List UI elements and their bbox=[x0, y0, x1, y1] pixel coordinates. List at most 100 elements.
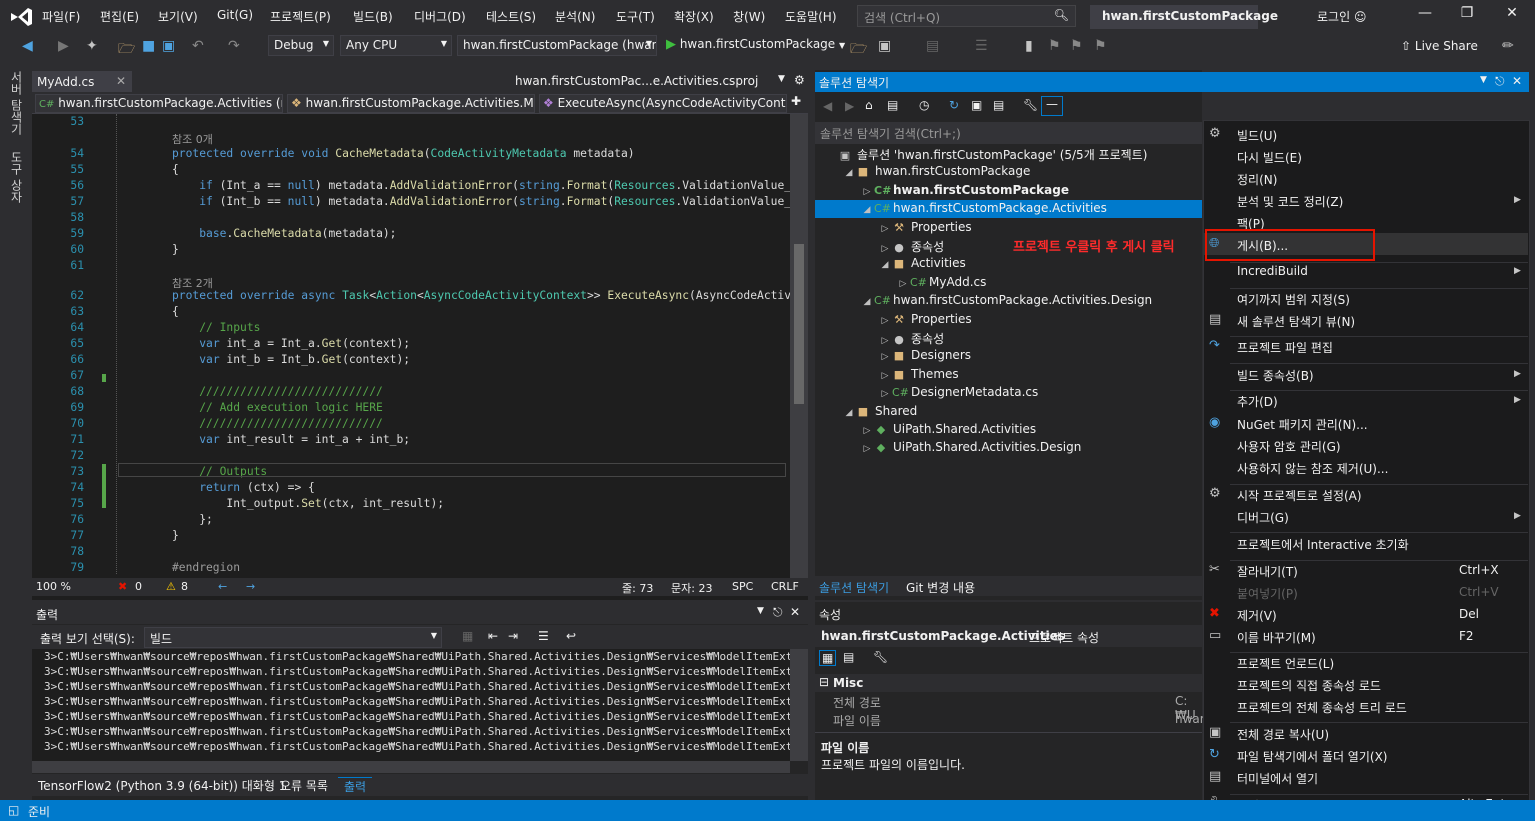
tab-output[interactable]: 출력 bbox=[338, 777, 373, 795]
menu-item[interactable]: 확장(X) bbox=[674, 8, 714, 25]
clear-all-icon[interactable]: ☰ bbox=[538, 629, 549, 643]
member-nav-dropdown[interactable]: ❖ ExecuteAsync(AsyncCodeActivityContex bbox=[539, 94, 787, 113]
tab-error-list[interactable]: 오류 목록 bbox=[280, 777, 328, 794]
error-count[interactable]: 0 bbox=[135, 580, 142, 593]
menu-item[interactable]: 사용자 암호 관리(G) bbox=[1237, 438, 1341, 455]
property-pages-icon[interactable]: 🔧︎ bbox=[873, 650, 888, 664]
collapse-icon[interactable]: ⊟ bbox=[819, 675, 829, 689]
chevron-down-icon[interactable]: ▼ bbox=[1480, 75, 1487, 85]
output-text[interactable]: 3>C:₩Users₩hwan₩source₩repos₩hwan.firstC… bbox=[32, 649, 790, 761]
maximize-button[interactable]: ❐ bbox=[1452, 5, 1482, 29]
output-source-dropdown[interactable]: 빌드 ▼ bbox=[144, 627, 442, 648]
tree-node[interactable]: ▷ C# DesignerMetadata.cs bbox=[878, 385, 1039, 399]
expand-icon[interactable]: ▷ bbox=[878, 336, 892, 346]
tab-myadd[interactable]: MyAdd.cs ✕ bbox=[32, 71, 132, 93]
save-icon[interactable]: ■ bbox=[142, 38, 155, 54]
tree-node[interactable]: ▷ C# hwan.firstCustomPackage bbox=[860, 183, 1069, 197]
output-hscrollbar[interactable] bbox=[32, 761, 790, 773]
output-scrollbar[interactable] bbox=[790, 649, 808, 761]
bookmark-prev-icon[interactable]: ⚑ bbox=[1048, 38, 1061, 54]
pin-icon[interactable]: ⎋ bbox=[1495, 74, 1505, 89]
feedback-icon[interactable]: ✏ bbox=[1502, 38, 1514, 54]
tree-node[interactable]: ▷ ● 종속성 bbox=[878, 238, 945, 255]
run-button[interactable]: ▶ hwan.firstCustomPackage ▼ bbox=[666, 37, 845, 52]
expand-icon[interactable]: ▷ bbox=[860, 444, 874, 454]
menu-item[interactable]: 프로젝트의 직접 종속성 로드 bbox=[1237, 677, 1381, 694]
chevron-down-icon[interactable]: ▼ bbox=[778, 74, 785, 84]
menu-item[interactable]: NuGet 패키지 관리(N)... bbox=[1237, 416, 1368, 433]
redo-icon[interactable]: ↷ bbox=[228, 38, 240, 54]
home-icon[interactable]: ⌂ bbox=[865, 98, 873, 112]
editor-scrollbar[interactable] bbox=[790, 114, 808, 580]
menu-item[interactable]: 빌드(U) bbox=[1237, 127, 1277, 144]
categorized-icon[interactable]: ▦ bbox=[819, 650, 837, 666]
menu-item[interactable]: 사용하지 않는 참조 제거(U)... bbox=[1237, 460, 1388, 477]
bookmark-next-icon[interactable]: ⚑ bbox=[1070, 38, 1083, 54]
collapse-all-icon[interactable]: ▣ bbox=[971, 98, 982, 112]
new-item-icon[interactable]: ✦ bbox=[86, 38, 98, 54]
menu-item[interactable]: 편집(E) bbox=[100, 8, 139, 25]
scrollbar-thumb[interactable] bbox=[794, 244, 804, 404]
tree-node[interactable]: ▷ ■ Themes bbox=[878, 367, 959, 381]
tab-git-changes[interactable]: Git 변경 내용 bbox=[906, 579, 975, 596]
tree-node[interactable]: ◢ C# hwan.firstCustomPackage.Activities bbox=[860, 201, 1107, 215]
properties-object-selector[interactable]: hwan.firstCustomPackage.Activities 프로젝트 … bbox=[815, 625, 1202, 647]
tree-node[interactable]: ▷ ◆ UiPath.Shared.Activities.Design bbox=[860, 440, 1082, 454]
menu-item[interactable]: 다시 빌드(E) bbox=[1237, 149, 1302, 166]
expand-icon[interactable]: ◢ bbox=[878, 260, 892, 270]
bookmark-icon[interactable]: ▮ bbox=[1025, 38, 1033, 54]
browser-icon[interactable]: ▣ bbox=[878, 38, 891, 54]
code-area[interactable]: 53 참조 0개 54 protected override void CacheMe… bbox=[32, 114, 790, 580]
tree-node[interactable]: ◢ C# hwan.firstCustomPackage.Activities.De… bbox=[860, 293, 1153, 307]
pending-changes-icon[interactable]: ◷ bbox=[919, 98, 929, 112]
close-button[interactable]: ✕ bbox=[1497, 5, 1527, 29]
tab-python-interactive[interactable]: TensorFlow2 (Python 3.9 (64-bit)) 대화형 1 bbox=[38, 777, 286, 794]
menu-item[interactable]: 터미널에서 열기 bbox=[1237, 770, 1318, 787]
alphabetical-icon[interactable]: ▤ bbox=[843, 650, 854, 664]
expand-icon[interactable]: ◢ bbox=[860, 205, 874, 215]
tree-node[interactable]: ◢ ■ hwan.firstCustomPackage bbox=[842, 164, 1031, 178]
split-icon[interactable]: ✚ bbox=[791, 94, 801, 108]
login-button[interactable]: 로그인 ☺ bbox=[1317, 8, 1366, 25]
expand-icon[interactable]: ◢ bbox=[860, 297, 874, 307]
menu-item[interactable]: 도움말(H) bbox=[785, 8, 837, 25]
menu-item[interactable]: 정리(N) bbox=[1237, 171, 1277, 188]
menu-item[interactable]: 빌드(B) bbox=[353, 8, 393, 25]
tree-node[interactable]: ▷ ⚒ Properties bbox=[878, 220, 972, 234]
search-input[interactable]: 검색 (Ctrl+Q) 🔍︎ bbox=[857, 5, 1076, 27]
menu-item[interactable]: 보기(V) bbox=[158, 8, 198, 25]
tree-node[interactable]: ▷ ⚒ Properties bbox=[878, 312, 972, 326]
live-share-button[interactable]: ⇧ Live Share bbox=[1401, 39, 1478, 53]
menu-item[interactable]: Git(G) bbox=[217, 8, 253, 22]
gear-icon[interactable]: ⚙ bbox=[794, 73, 805, 87]
class-nav-dropdown[interactable]: ❖ hwan.firstCustomPackage.Activities.MyA bbox=[287, 94, 535, 113]
arrow-left-icon[interactable]: ← bbox=[218, 580, 227, 593]
menu-item[interactable]: 디버그(G) bbox=[1237, 509, 1289, 526]
close-icon[interactable]: ✕ bbox=[790, 605, 800, 619]
comment-icon[interactable]: ☰ bbox=[975, 38, 988, 54]
property-value[interactable]: hwar bbox=[1175, 712, 1205, 726]
expand-icon[interactable]: ▷ bbox=[878, 352, 892, 362]
tree-node[interactable]: ▷ ● 종속성 bbox=[878, 330, 945, 347]
open-icon[interactable]: 🗁︎ bbox=[118, 38, 135, 62]
menu-item[interactable]: 프로젝트에서 Interactive 초기화 bbox=[1237, 536, 1409, 553]
chevron-down-icon[interactable]: ▼ bbox=[757, 606, 764, 616]
menu-item[interactable]: 분석 및 코드 정리(Z) bbox=[1237, 193, 1343, 210]
menu-item[interactable]: 여기까지 범위 지정(S) bbox=[1237, 291, 1350, 308]
menu-item[interactable]: 프로젝트의 전체 종속성 트리 로드 bbox=[1237, 699, 1407, 716]
minimize-button[interactable]: — bbox=[1410, 5, 1440, 29]
menu-item[interactable]: 전체 경로 복사(U) bbox=[1237, 726, 1329, 743]
toolbox-tab[interactable]: 도구 상자 bbox=[8, 151, 25, 203]
tree-node[interactable]: ◢ ■ Activities bbox=[878, 256, 966, 270]
menu-item[interactable]: 프로젝트 파일 편집 bbox=[1237, 339, 1333, 356]
menu-item[interactable]: 파일 탐색기에서 폴더 열기(X) bbox=[1237, 748, 1387, 765]
close-icon[interactable]: ✕ bbox=[116, 74, 126, 88]
menu-item[interactable]: 이름 바꾸기(M) bbox=[1237, 629, 1316, 646]
menu-item[interactable]: 제거(V) bbox=[1237, 607, 1277, 624]
arrow-right-icon[interactable]: → bbox=[246, 580, 255, 593]
step-icon[interactable]: ▤ bbox=[926, 38, 939, 54]
config-dropdown[interactable]: Debug ▼ bbox=[268, 35, 334, 56]
close-icon[interactable]: ✕ bbox=[1512, 74, 1522, 88]
expand-icon[interactable]: ▷ bbox=[878, 224, 892, 234]
forward-icon[interactable]: ▶ bbox=[845, 99, 854, 113]
